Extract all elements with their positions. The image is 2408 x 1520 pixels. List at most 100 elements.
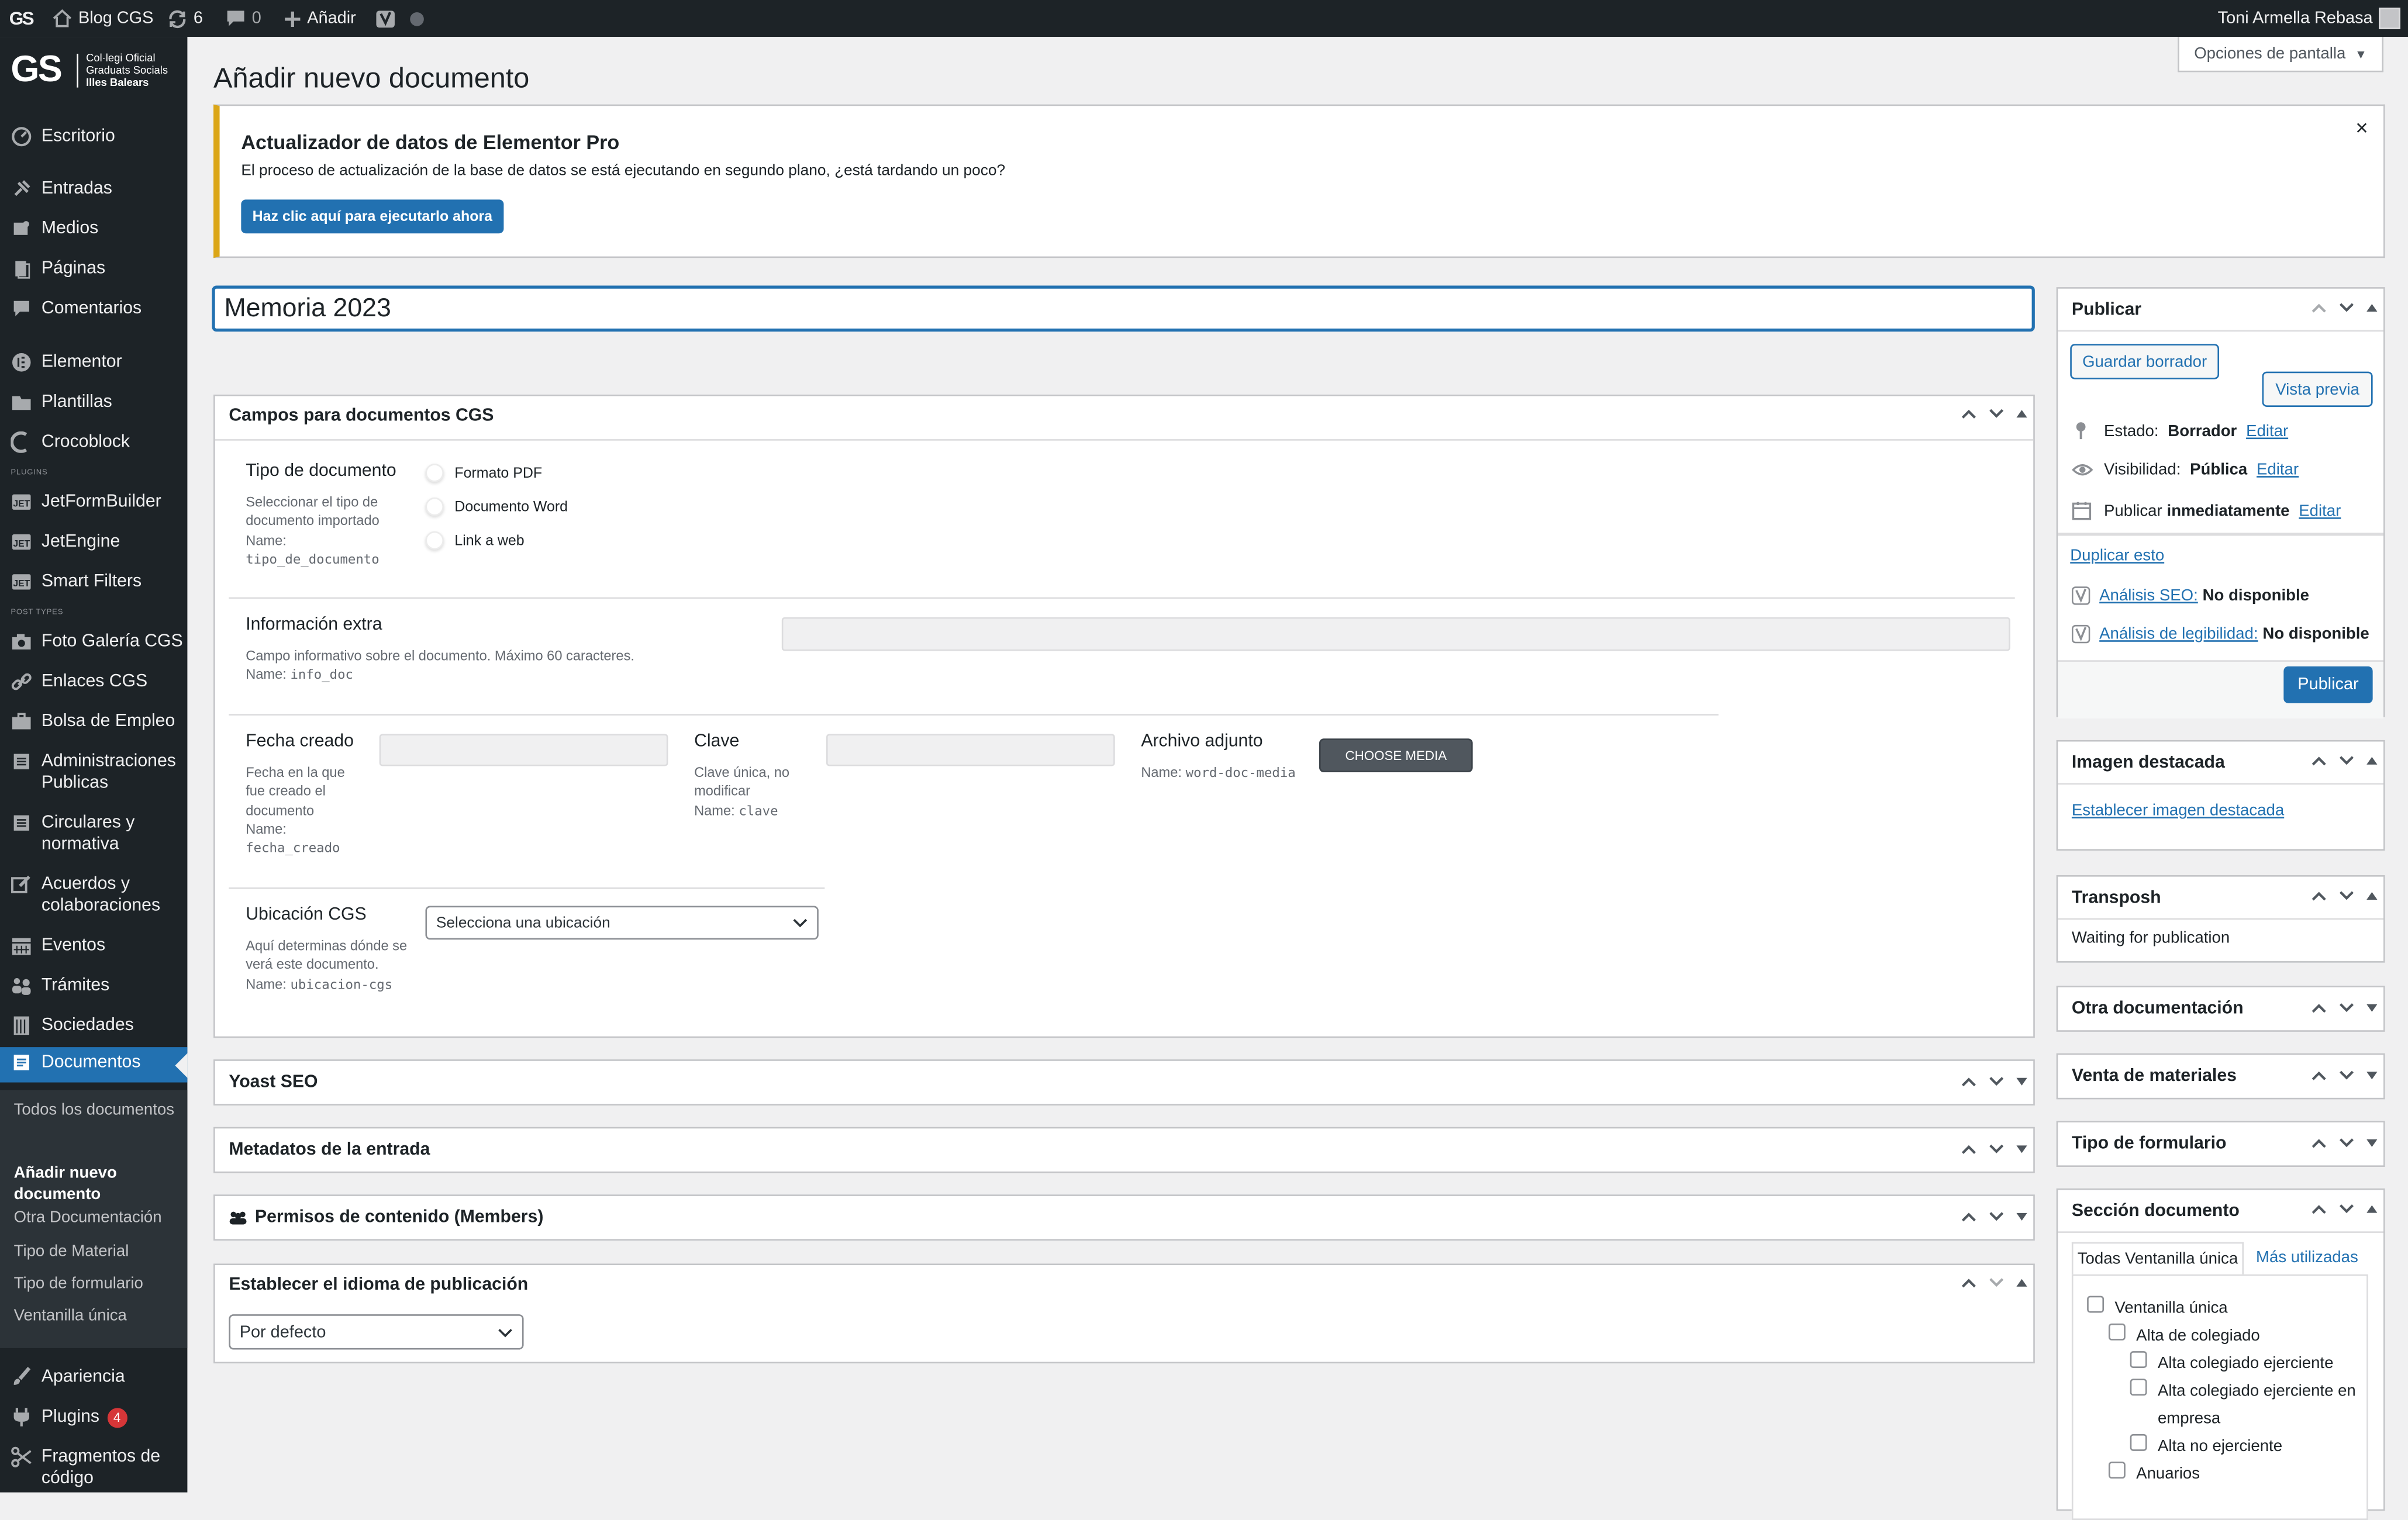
term-checkbox-5[interactable]: [2130, 1433, 2147, 1451]
sidebar-item-entradas[interactable]: Entradas: [0, 178, 187, 209]
screen-options-button[interactable]: Opciones de pantalla ▼: [2178, 37, 2384, 72]
site-name-link[interactable]: Blog CGS: [52, 0, 153, 37]
set-featured-image-link[interactable]: Establecer imagen destacada: [2072, 802, 2284, 820]
expand-icon[interactable]: [2366, 1072, 2378, 1080]
sidebar-item-crocoblock[interactable]: Crocoblock: [0, 431, 187, 462]
close-icon[interactable]: ×: [2355, 115, 2368, 140]
submenu-item-6[interactable]: Ventanilla única: [14, 1305, 180, 1326]
edit-schedule-link[interactable]: Editar: [2299, 501, 2341, 520]
run-updater-button[interactable]: Haz clic aquí para ejecutarlo ahora: [241, 199, 504, 234]
sidebar-item-foto-galeria-cgs[interactable]: Foto Galería CGS: [0, 631, 187, 662]
move-down-icon[interactable]: [1989, 1144, 2004, 1155]
move-down-icon[interactable]: [2339, 1138, 2354, 1148]
info-extra-input[interactable]: [781, 617, 2010, 651]
move-up-icon[interactable]: [1961, 1144, 1976, 1155]
move-up-icon[interactable]: [2312, 1070, 2327, 1081]
sidebar-item-paginas[interactable]: Páginas: [0, 258, 187, 289]
sidebar-item-comentarios[interactable]: Comentarios: [0, 298, 187, 329]
move-up-icon[interactable]: [2312, 1003, 2327, 1013]
tab-all-terms[interactable]: Todas Ventanilla única: [2071, 1242, 2244, 1274]
radio-2[interactable]: [425, 497, 444, 516]
move-up-icon[interactable]: [1961, 1076, 1976, 1087]
yoast-menu[interactable]: [375, 0, 424, 37]
sidebar-item-medios[interactable]: Medios: [0, 218, 187, 249]
term-checkbox-6[interactable]: [2108, 1462, 2126, 1479]
sidebar-item-smart-filters[interactable]: JET Smart Filters: [0, 571, 187, 602]
radio-3[interactable]: [425, 531, 444, 550]
edit-visibility-link[interactable]: Editar: [2257, 461, 2299, 479]
sidebar-item-enlaces-cgs[interactable]: Enlaces CGS: [0, 671, 187, 702]
expand-icon[interactable]: [2366, 1139, 2378, 1147]
fecha-creado-input[interactable]: [379, 734, 668, 766]
choose-media-button[interactable]: CHOOSE MEDIA: [1319, 738, 1473, 773]
sidebar-item-bolsa-de-empleo[interactable]: Bolsa de Empleo: [0, 711, 187, 742]
user-menu[interactable]: Toni Armella Rebasa: [2218, 0, 2400, 37]
move-down-icon[interactable]: [2339, 1070, 2354, 1081]
collapsed-box-1[interactable]: Yoast SEO: [213, 1059, 2035, 1106]
move-up-icon[interactable]: [2312, 302, 2327, 313]
post-title-input[interactable]: Memoria 2023: [212, 285, 2035, 332]
expand-icon[interactable]: [2366, 1004, 2378, 1012]
sidebar-item-tramites[interactable]: Trámites: [0, 975, 187, 1006]
move-up-icon[interactable]: [1961, 1211, 1976, 1222]
sidebar-item-documentos[interactable]: Documentos: [0, 1047, 188, 1083]
move-down-icon[interactable]: [1989, 1211, 2004, 1222]
move-down-icon[interactable]: [2339, 1204, 2354, 1214]
radio-1[interactable]: [425, 464, 444, 482]
comments-link[interactable]: 0: [226, 0, 261, 37]
move-up-icon[interactable]: [1961, 1277, 1976, 1288]
seo-analysis-link[interactable]: Análisis SEO:: [2099, 586, 2198, 604]
sidebar-item-apariencia[interactable]: Apariencia: [0, 1366, 187, 1397]
move-up-icon[interactable]: [2312, 1204, 2327, 1214]
collapse-icon[interactable]: [2016, 1279, 2027, 1287]
expand-icon[interactable]: [2016, 1077, 2027, 1086]
ubicacion-select[interactable]: Selecciona una ubicación: [425, 906, 819, 940]
wp-logo[interactable]: GS: [9, 0, 35, 37]
save-draft-button[interactable]: Guardar borrador: [2070, 344, 2220, 379]
expand-icon[interactable]: [2016, 1145, 2027, 1153]
expand-icon[interactable]: [2016, 1212, 2027, 1221]
sidebar-item-elementor[interactable]: Elementor: [0, 351, 187, 382]
term-checkbox-2[interactable]: [2108, 1323, 2126, 1341]
term-checkbox-1[interactable]: [2087, 1296, 2105, 1313]
move-down-icon[interactable]: [2339, 1003, 2354, 1013]
submenu-item-3[interactable]: Otra Documentación: [14, 1207, 180, 1228]
edit-status-link[interactable]: Editar: [2246, 422, 2288, 440]
move-down-icon[interactable]: [2339, 890, 2354, 901]
submenu-item-1[interactable]: Todos los documentos: [14, 1099, 180, 1121]
sidebar-item-acuerdos-y-colaboraciones[interactable]: Acuerdos y colaboraciones: [0, 873, 187, 920]
move-down-icon[interactable]: [2339, 302, 2354, 313]
sidebar-item-plantillas[interactable]: Plantillas: [0, 392, 187, 423]
sidebar-item-plugins[interactable]: Plugins 4: [0, 1407, 187, 1438]
term-checkbox-3[interactable]: [2130, 1351, 2147, 1369]
updates-link[interactable]: 6: [167, 0, 203, 37]
sidebar-item-escritorio[interactable]: Escritorio: [0, 126, 187, 157]
tab-most-used[interactable]: Más utilizadas: [2256, 1248, 2358, 1267]
preview-button[interactable]: Vista previa: [2262, 371, 2373, 407]
side-collapsed-box-3[interactable]: Tipo de formulario: [2056, 1121, 2385, 1167]
collapse-icon[interactable]: [2016, 410, 2027, 418]
submenu-item-5[interactable]: Tipo de formulario: [14, 1273, 180, 1294]
sidebar-item-jetengine[interactable]: JET JetEngine: [0, 531, 187, 562]
move-down-icon[interactable]: [1989, 409, 2004, 419]
move-up-icon[interactable]: [2312, 1138, 2327, 1148]
collapse-icon[interactable]: [2366, 892, 2378, 900]
side-collapsed-box-1[interactable]: Otra documentación: [2056, 986, 2385, 1032]
collapsed-box-2[interactable]: Metadatos de la entrada: [213, 1127, 2035, 1173]
brand-logo[interactable]: GS Col·legi Oficial Graduats Socials Ill…: [9, 49, 181, 95]
publish-button[interactable]: Publicar: [2283, 666, 2373, 703]
duplicate-link[interactable]: Duplicar esto: [2070, 547, 2164, 565]
collapse-icon[interactable]: [2366, 304, 2378, 312]
collapsed-box-3[interactable]: Permisos de contenido (Members): [213, 1194, 2035, 1241]
move-up-icon[interactable]: [2312, 890, 2327, 901]
submenu-item-2[interactable]: Añadir nuevo documento: [14, 1162, 180, 1205]
side-collapsed-box-2[interactable]: Venta de materiales: [2056, 1053, 2385, 1100]
move-down-icon[interactable]: [2339, 755, 2354, 766]
move-down-icon[interactable]: [1989, 1277, 2004, 1288]
language-select[interactable]: Por defecto: [229, 1314, 524, 1350]
move-up-icon[interactable]: [1961, 409, 1976, 419]
collapse-icon[interactable]: [2366, 1205, 2378, 1213]
clave-input[interactable]: [826, 734, 1115, 766]
readability-link[interactable]: Análisis de legibilidad:: [2099, 624, 2258, 643]
move-up-icon[interactable]: [2312, 755, 2327, 766]
